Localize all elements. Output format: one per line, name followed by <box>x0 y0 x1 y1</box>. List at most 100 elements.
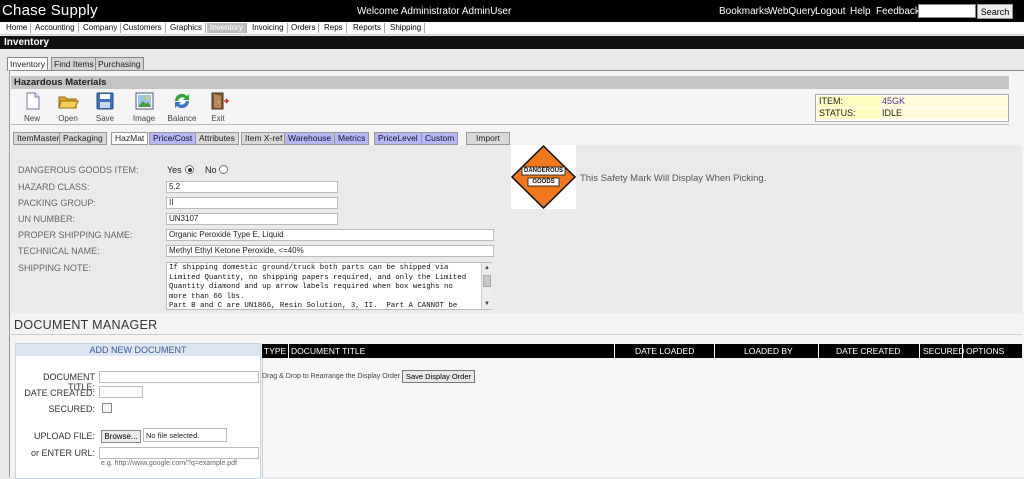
diamond-text-dangerous: DANGEROUS <box>523 168 563 174</box>
no-label: No <box>205 165 217 175</box>
nav-invoicing[interactable]: Invoicing <box>249 23 288 33</box>
subtab-item-xref[interactable]: Item X-ref <box>241 132 287 145</box>
exit-door-icon <box>211 92 229 110</box>
search-button[interactable]: Search <box>977 4 1013 19</box>
url-input[interactable] <box>99 447 259 459</box>
col-secured: SECURED <box>920 344 965 358</box>
packing-group-label: PACKING GROUP: <box>18 198 96 208</box>
un-number-input[interactable]: UN3107 <box>166 213 338 225</box>
top-bar: Chase Supply Welcome Administrator Admin… <box>0 0 1024 22</box>
subtab-hazmat[interactable]: HazMat <box>111 132 149 145</box>
nav-home[interactable]: Home <box>3 23 32 33</box>
col-date-created: DATE CREATED <box>819 344 920 358</box>
image-button[interactable]: Image <box>129 92 159 123</box>
dangerous-goods-diamond-icon <box>510 144 577 210</box>
proper-shipping-name-input[interactable]: Organic Peroxide Type E, Liquid <box>166 229 494 241</box>
subtab-itemmaster[interactable]: ItemMaster <box>13 132 64 145</box>
item-label: ITEM: <box>817 96 879 107</box>
exit-label: Exit <box>211 114 225 123</box>
subtab-attributes[interactable]: Attributes <box>195 132 239 145</box>
subtab-metrics[interactable]: Metrics <box>334 132 370 145</box>
nav-inventory[interactable]: Inventory <box>207 23 247 33</box>
item-value: 45GK <box>880 96 1008 107</box>
new-icon <box>26 92 40 110</box>
hazard-class-label: HAZARD CLASS: <box>18 182 90 192</box>
date-created-input[interactable] <box>99 386 143 398</box>
search-input[interactable] <box>918 4 976 18</box>
technical-name-label: TECHNICAL NAME: <box>18 246 100 256</box>
nav-accounting[interactable]: Accounting <box>32 23 79 33</box>
scroll-thumb[interactable] <box>483 275 491 287</box>
col-document-title: DOCUMENT TITLE <box>289 344 615 358</box>
main-nav: Home Accounting Company Customers Graphi… <box>0 22 1024 35</box>
un-number-label: UN NUMBER: <box>18 214 76 224</box>
bookmarks-link[interactable]: Bookmarks <box>719 6 769 17</box>
status-label: STATUS: <box>817 108 879 119</box>
open-folder-icon <box>58 96 79 109</box>
secured-checkbox[interactable] <box>102 403 112 413</box>
brand-logo: Chase Supply <box>2 2 98 19</box>
webquery-link[interactable]: WebQuery <box>768 6 816 17</box>
shipping-note-scrollbar[interactable]: ▲ ▼ <box>481 263 492 309</box>
dangerous-yes-radio[interactable] <box>185 165 194 174</box>
save-display-order-button[interactable]: Save Display Order <box>402 370 475 383</box>
tab-find-items[interactable]: Find Items <box>51 57 97 70</box>
safety-mark-note: This Safety Mark Will Display When Picki… <box>580 173 767 184</box>
technical-name-input[interactable]: Methyl Ethyl Ketone Peroxide, <=40% <box>166 245 494 257</box>
save-button[interactable]: Save <box>90 92 120 123</box>
scroll-down-arrow-icon[interactable]: ▼ <box>483 300 491 308</box>
dangerous-no-radio[interactable] <box>219 165 228 174</box>
selected-file-text: No file selected. <box>143 428 227 442</box>
add-document-header: ADD NEW DOCUMENT <box>16 344 260 356</box>
enter-url-label: or ENTER URL: <box>30 448 95 458</box>
dangerous-goods-placard: DANGEROUS GOODS <box>510 144 577 210</box>
balance-button[interactable]: Balance <box>167 92 197 123</box>
subtab-pricelevel[interactable]: PriceLevel <box>374 132 422 145</box>
welcome-message: Welcome Administrator AdminUser <box>357 6 512 17</box>
col-type: TYPE <box>262 344 289 358</box>
nav-reps[interactable]: Reps <box>321 23 347 33</box>
subtab-custom[interactable]: Custom <box>421 132 459 145</box>
url-hint: e.g. http://www.google.com/?q=example.pd… <box>101 460 237 467</box>
yes-label: Yes <box>167 165 182 175</box>
date-created-label: DATE CREATED: <box>24 388 95 398</box>
subtab-packaging[interactable]: Packaging <box>59 132 107 145</box>
nav-company[interactable]: Company <box>80 23 122 33</box>
save-label: Save <box>95 114 115 123</box>
nav-orders[interactable]: Orders <box>288 23 320 33</box>
tab-inventory[interactable]: Inventory <box>7 57 48 71</box>
proper-shipping-name-label: PROPER SHIPPING NAME: <box>18 230 133 240</box>
shipping-note-textarea[interactable]: If shipping domestic ground/truck both p… <box>166 262 492 310</box>
subtab-price-cost[interactable]: Price/Cost <box>149 132 197 145</box>
scroll-up-arrow-icon[interactable]: ▲ <box>483 264 491 272</box>
dangerous-goods-label: DANGEROUS GOODS ITEM: <box>18 165 139 175</box>
open-button[interactable]: Open <box>53 92 83 123</box>
tab-purchasing[interactable]: Purchasing <box>95 57 144 70</box>
subtab-import[interactable]: Import <box>466 132 510 145</box>
col-date-loaded: DATE LOADED <box>615 344 715 358</box>
nav-reports[interactable]: Reports <box>350 23 386 33</box>
nav-shipping[interactable]: Shipping <box>387 23 426 33</box>
exit-button[interactable]: Exit <box>203 92 233 123</box>
status-value: IDLE <box>880 108 1008 119</box>
document-title-input[interactable] <box>99 371 259 383</box>
browse-button[interactable]: Browse... <box>101 430 141 443</box>
col-loaded-by: LOADED BY <box>715 344 819 358</box>
document-table-header: TYPE DOCUMENT TITLE DATE LOADED LOADED B… <box>262 344 1022 358</box>
document-manager-title: DOCUMENT MANAGER <box>14 318 158 332</box>
subtab-warehouse[interactable]: Warehouse <box>284 132 336 145</box>
image-icon <box>135 92 154 110</box>
help-link[interactable]: Help <box>850 6 871 17</box>
secured-label: SECURED: <box>48 404 95 414</box>
new-button[interactable]: New <box>17 92 47 123</box>
nav-graphics[interactable]: Graphics <box>167 23 207 33</box>
document-manager-divider <box>11 334 1022 335</box>
image-label: Image <box>132 114 156 123</box>
hazard-class-input[interactable]: 5.2 <box>166 181 338 193</box>
feedback-link[interactable]: Feedback <box>876 6 920 17</box>
logout-link[interactable]: Logout <box>815 6 846 17</box>
packing-group-input[interactable]: II <box>166 197 338 209</box>
section-title: Inventory <box>0 36 1024 49</box>
nav-customers[interactable]: Customers <box>120 23 166 33</box>
col-options: OPTIONS <box>966 346 1005 356</box>
